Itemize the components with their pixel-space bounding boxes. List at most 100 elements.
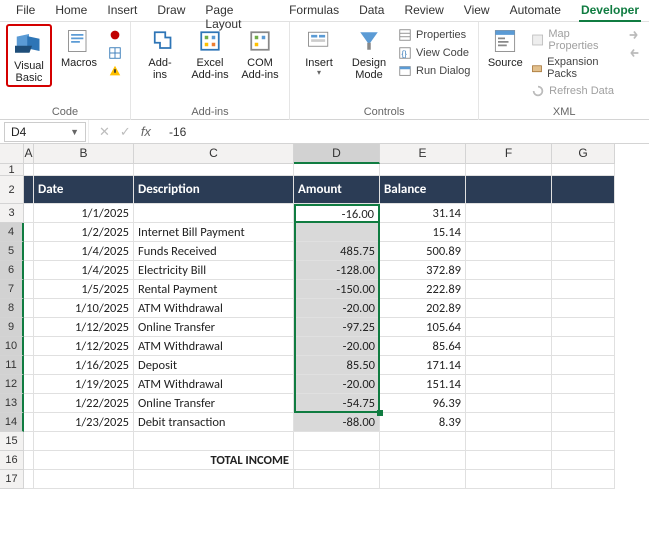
cell-date-4[interactable]: 1/2/2025: [34, 223, 134, 242]
cell-A16[interactable]: [24, 451, 34, 470]
cell-G16[interactable]: [552, 451, 615, 470]
cell-A14[interactable]: [24, 413, 34, 432]
cell-amount-8[interactable]: -20.00: [294, 299, 380, 318]
cell-A3[interactable]: [24, 204, 34, 223]
cell-amount-12[interactable]: -20.00: [294, 375, 380, 394]
cell-E15[interactable]: [380, 432, 466, 451]
cell-B15[interactable]: [34, 432, 134, 451]
select-all-corner[interactable]: [0, 144, 24, 164]
cell-desc-12[interactable]: ATM Withdrawal: [134, 375, 294, 394]
cell-balance-4[interactable]: 15.14: [380, 223, 466, 242]
cell-C15[interactable]: [134, 432, 294, 451]
cell-balance-10[interactable]: 85.64: [380, 337, 466, 356]
com-addins-button[interactable]: COM Add-ins: [237, 24, 283, 81]
row-header-6[interactable]: 6: [0, 261, 24, 280]
properties-button[interactable]: Properties: [396, 27, 472, 43]
row-header-15[interactable]: 15: [0, 432, 24, 451]
row-header-9[interactable]: 9: [0, 318, 24, 337]
visual-basic-button[interactable]: Visual Basic: [9, 27, 49, 84]
cell-B17[interactable]: [34, 470, 134, 489]
col-header-G[interactable]: G: [552, 144, 615, 164]
cell-G3[interactable]: [552, 204, 615, 223]
cell-balance-12[interactable]: 151.14: [380, 375, 466, 394]
cell-G13[interactable]: [552, 394, 615, 413]
cell-A2[interactable]: [24, 176, 34, 204]
cell-amount-6[interactable]: -128.00: [294, 261, 380, 280]
cell-total-label[interactable]: TOTAL INCOME: [134, 451, 294, 470]
tab-view[interactable]: View: [454, 0, 500, 21]
cell-G15[interactable]: [552, 432, 615, 451]
cell-date-13[interactable]: 1/22/2025: [34, 394, 134, 413]
cell-A4[interactable]: [24, 223, 34, 242]
cell-desc-13[interactable]: Online Transfer: [134, 394, 294, 413]
cell-date-11[interactable]: 1/16/2025: [34, 356, 134, 375]
col-header-F[interactable]: F: [466, 144, 552, 164]
cell-amount-3[interactable]: [294, 204, 380, 223]
cell-amount-11[interactable]: 85.50: [294, 356, 380, 375]
cell-F1[interactable]: [466, 164, 552, 176]
cell-A10[interactable]: [24, 337, 34, 356]
cell-G4[interactable]: [552, 223, 615, 242]
col-header-D[interactable]: D: [294, 144, 380, 164]
cell-desc-7[interactable]: Rental Payment: [134, 280, 294, 299]
design-mode-button[interactable]: Design Mode: [346, 24, 392, 81]
tab-home[interactable]: Home: [45, 0, 97, 21]
cell-desc-10[interactable]: ATM Withdrawal: [134, 337, 294, 356]
cell-desc-11[interactable]: Deposit: [134, 356, 294, 375]
cell-B1[interactable]: [34, 164, 134, 176]
fx-icon[interactable]: fx: [141, 124, 151, 139]
cell-desc-9[interactable]: Online Transfer: [134, 318, 294, 337]
header-date[interactable]: Date: [34, 176, 134, 204]
row-header-1[interactable]: 1: [0, 164, 24, 176]
macro-security-button[interactable]: [106, 63, 124, 79]
cancel-icon[interactable]: ✕: [99, 124, 110, 140]
cell-F13[interactable]: [466, 394, 552, 413]
cell-F5[interactable]: [466, 242, 552, 261]
tab-review[interactable]: Review: [394, 0, 453, 21]
cell-E17[interactable]: [380, 470, 466, 489]
col-header-E[interactable]: E: [380, 144, 466, 164]
expansion-packs-button[interactable]: Expansion Packs: [529, 55, 621, 81]
row-header-11[interactable]: 11: [0, 356, 24, 375]
cell-desc-14[interactable]: Debit transaction: [134, 413, 294, 432]
cell-C1[interactable]: [134, 164, 294, 176]
cell-F9[interactable]: [466, 318, 552, 337]
cell-F16[interactable]: [466, 451, 552, 470]
cell-balance-14[interactable]: 8.39: [380, 413, 466, 432]
cell-A17[interactable]: [24, 470, 34, 489]
cell-balance-5[interactable]: 500.89: [380, 242, 466, 261]
addins-button[interactable]: Add- ins: [137, 24, 183, 81]
cell-A9[interactable]: [24, 318, 34, 337]
chevron-down-icon[interactable]: ▼: [70, 127, 79, 137]
enter-icon[interactable]: ✓: [120, 124, 131, 140]
cell-G9[interactable]: [552, 318, 615, 337]
cell-A13[interactable]: [24, 394, 34, 413]
tab-formulas[interactable]: Formulas: [279, 0, 349, 21]
name-box[interactable]: D4 ▼: [4, 122, 86, 142]
row-header-16[interactable]: 16: [0, 451, 24, 470]
cell-balance-11[interactable]: 171.14: [380, 356, 466, 375]
cell-E1[interactable]: [380, 164, 466, 176]
cell-amount-7[interactable]: -150.00: [294, 280, 380, 299]
cell-desc-4[interactable]: Internet Bill Payment: [134, 223, 294, 242]
cell-F17[interactable]: [466, 470, 552, 489]
cell-balance-6[interactable]: 372.89: [380, 261, 466, 280]
cell-D1[interactable]: [294, 164, 380, 176]
view-code-button[interactable]: {}View Code: [396, 45, 472, 61]
header-balance[interactable]: Balance: [380, 176, 466, 204]
cell-G8[interactable]: [552, 299, 615, 318]
cell-B16[interactable]: [34, 451, 134, 470]
cell-desc-8[interactable]: ATM Withdrawal: [134, 299, 294, 318]
header-amount[interactable]: Amount: [294, 176, 380, 204]
cell-balance-9[interactable]: 105.64: [380, 318, 466, 337]
cell-F14[interactable]: [466, 413, 552, 432]
cell-G14[interactable]: [552, 413, 615, 432]
cell-date-6[interactable]: 1/4/2025: [34, 261, 134, 280]
tab-data[interactable]: Data: [349, 0, 394, 21]
tab-page-layout[interactable]: Page Layout: [195, 0, 279, 21]
row-header-4[interactable]: 4: [0, 223, 24, 242]
cell-A7[interactable]: [24, 280, 34, 299]
cell-date-9[interactable]: 1/12/2025: [34, 318, 134, 337]
row-header-2[interactable]: 2: [0, 176, 24, 204]
cell-balance-3[interactable]: 31.14: [380, 204, 466, 223]
